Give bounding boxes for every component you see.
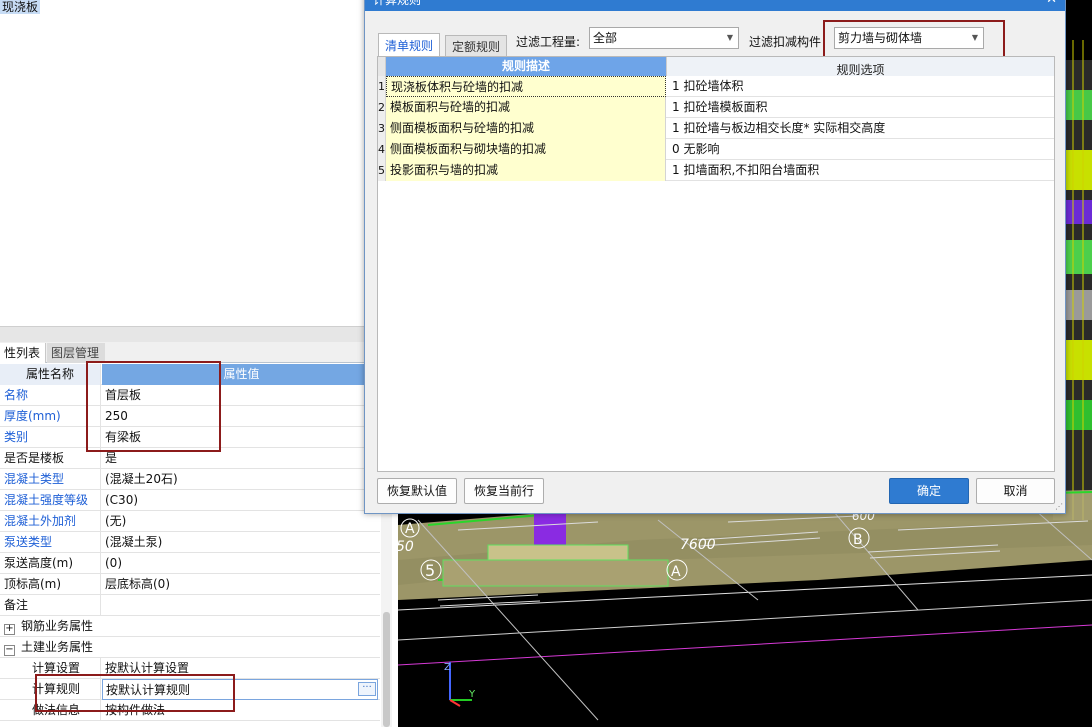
view-axis-z-label: Z: [444, 662, 451, 673]
expand-icon[interactable]: +: [4, 624, 15, 635]
property-name: 混凝土外加剂: [0, 511, 101, 532]
property-row[interactable]: 混凝土强度等级 (C30): [0, 490, 380, 511]
rule-description: 投影面积与墙的扣减: [386, 160, 666, 181]
dimension-label-50: 50: [398, 539, 414, 555]
rule-option-select[interactable]: 0 无影响: [667, 139, 1053, 160]
axis-label-5: 5: [425, 561, 435, 580]
property-row[interactable]: 备注: [0, 595, 380, 616]
more-options-button[interactable]: ···: [358, 682, 376, 696]
rule-option-select[interactable]: 1 扣砼墙与板边相交长度* 实际相交高度: [667, 118, 1053, 139]
component-tree: 现浇板: [0, 0, 364, 326]
rule-option-select[interactable]: 1 扣砼墙体积: [667, 76, 1053, 97]
dialog-title: 计算规则: [373, 0, 422, 7]
property-row[interactable]: 混凝土类型 (混凝土20石): [0, 469, 380, 490]
collapse-icon[interactable]: −: [4, 645, 15, 656]
property-group-name: − 土建业务属性: [0, 637, 200, 658]
cancel-button[interactable]: 取消: [976, 478, 1055, 504]
rule-row[interactable]: 5 投影面积与墙的扣减 1 扣墙面积,不扣阳台墙面积: [378, 160, 1054, 181]
property-row[interactable]: 泵送类型 (混凝土泵): [0, 532, 380, 553]
property-value[interactable]: (混凝土20石): [102, 469, 378, 490]
header-rule-description: 规则描述: [386, 57, 666, 76]
resize-grip-icon[interactable]: ⋰: [1055, 502, 1063, 511]
rule-description: 侧面模板面积与砼墙的扣减: [386, 118, 666, 139]
highlight-box-calc-rule: [35, 674, 235, 712]
property-row[interactable]: 混凝土外加剂 (无): [0, 511, 380, 532]
property-value[interactable]: [102, 595, 378, 616]
property-value[interactable]: (0): [102, 553, 378, 574]
property-group-label: 土建业务属性: [21, 640, 94, 654]
rule-row[interactable]: 4 侧面模板面积与砌块墙的扣减 0 无影响: [378, 139, 1054, 160]
axis-label-a-mid: A: [671, 564, 681, 580]
tab-layer-management[interactable]: 图层管理: [47, 343, 105, 363]
filter-quantity-value: 全部: [593, 31, 618, 45]
property-name: 顶标高(m): [0, 574, 101, 595]
rule-description: 侧面模板面积与砌块墙的扣减: [386, 139, 666, 160]
left-tab-strip: 性列表 图层管理: [0, 342, 398, 363]
property-name: 备注: [0, 595, 101, 616]
property-value[interactable]: (混凝土泵): [102, 532, 378, 553]
panel-splitter[interactable]: [0, 326, 364, 342]
property-group-label: 钢筋业务属性: [21, 619, 94, 633]
calc-rules-dialog: 计算规则 ✕ 清单规则 定额规则 过滤工程量: 全部 ▼ 过滤扣减构件 剪力墙与…: [364, 0, 1066, 514]
tree-node-slab[interactable]: 现浇板: [0, 0, 41, 14]
property-row[interactable]: 顶标高(m) 层底标高(0): [0, 574, 380, 595]
property-value[interactable]: 层底标高(0): [102, 574, 378, 595]
rule-row[interactable]: 3 侧面模板面积与砼墙的扣减 1 扣砼墙与板边相交长度* 实际相交高度: [378, 118, 1054, 139]
property-name: 泵送类型: [0, 532, 101, 553]
left-panel: 现浇板 性列表 图层管理 属性名称 属性值 名称 首层板 厚度(mm) 250 类别 有梁…: [0, 0, 398, 727]
close-icon[interactable]: ✕: [1046, 0, 1057, 9]
rules-grid-header: 规则描述 规则选项: [378, 57, 1054, 76]
property-name: 混凝土类型: [0, 469, 101, 490]
view-axis-y-label: Y: [468, 689, 476, 700]
tab-bill-rules[interactable]: 清单规则: [378, 33, 441, 58]
axis-label-b: B: [853, 532, 863, 548]
rule-row[interactable]: 1 现浇板体积与砼墙的扣减 1 扣砼墙体积: [378, 76, 1054, 97]
rules-grid: 规则描述 规则选项 1 现浇板体积与砼墙的扣减 1 扣砼墙体积 2 模板面积与砼墙的扣减…: [377, 56, 1055, 472]
rule-option-select[interactable]: 1 扣墙面积,不扣阳台墙面积: [667, 160, 1053, 181]
property-name: 混凝土强度等级: [0, 490, 101, 511]
property-group[interactable]: + 钢筋业务属性: [0, 616, 380, 637]
property-group[interactable]: − 土建业务属性: [0, 637, 380, 658]
filter-quantity-label: 过滤工程量:: [516, 35, 581, 49]
property-group-name: + 钢筋业务属性: [0, 616, 200, 637]
ok-button[interactable]: 确定: [889, 478, 969, 504]
rule-row-number: 5: [378, 160, 386, 181]
tab-property-list[interactable]: 性列表: [0, 343, 46, 363]
dialog-titlebar[interactable]: 计算规则 ✕: [365, 0, 1065, 11]
axis-label-a-left: A: [405, 521, 415, 537]
rule-row[interactable]: 2 模板面积与砼墙的扣减 1 扣砼墙模板面积: [378, 97, 1054, 118]
rule-option-select[interactable]: 1 扣砼墙模板面积: [667, 97, 1053, 118]
rule-row-number: 2: [378, 97, 386, 118]
rule-description: 模板面积与砼墙的扣减: [386, 97, 666, 118]
rule-row-number: 1: [378, 76, 386, 97]
tab-quota-rules[interactable]: 定额规则: [445, 35, 508, 57]
filter-member-label: 过滤扣减构件: [749, 35, 822, 49]
restore-default-button[interactable]: 恢复默认值: [377, 478, 457, 504]
rule-row-number: 3: [378, 118, 386, 139]
chevron-down-icon: ▼: [726, 33, 734, 42]
highlight-box-basic-props: [86, 361, 221, 452]
header-row-number: [378, 57, 386, 76]
restore-current-row-button[interactable]: 恢复当前行: [464, 478, 544, 504]
filter-quantity-select[interactable]: 全部 ▼: [589, 27, 739, 49]
rule-description: 现浇板体积与砼墙的扣减: [386, 76, 666, 97]
property-name: 泵送高度(m): [0, 553, 101, 574]
rule-row-number: 4: [378, 139, 386, 160]
property-value[interactable]: (无): [102, 511, 378, 532]
property-value[interactable]: (C30): [102, 490, 378, 511]
header-rule-option: 规则选项: [666, 57, 1054, 76]
property-row[interactable]: 泵送高度(m) (0): [0, 553, 380, 574]
scrollbar-thumb[interactable]: [383, 612, 390, 727]
dimension-label-7600: 7600: [680, 537, 716, 553]
